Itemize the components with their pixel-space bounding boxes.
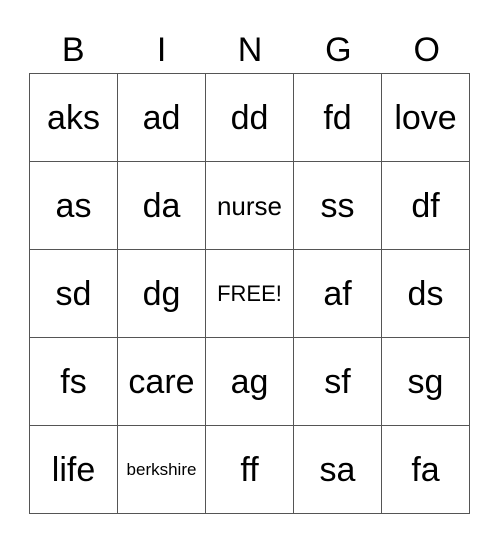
card-cell: af bbox=[293, 249, 382, 338]
free-space-cell: FREE! bbox=[205, 249, 294, 338]
card-cell: fa bbox=[381, 425, 470, 514]
card-cell: love bbox=[381, 73, 470, 162]
card-cell: dg bbox=[117, 249, 206, 338]
card-cell: sa bbox=[293, 425, 382, 514]
card-cell: ff bbox=[205, 425, 294, 514]
card-cell: berkshire bbox=[117, 425, 206, 514]
card-row: aks ad dd fd love bbox=[29, 73, 470, 162]
bingo-card: aks ad dd fd love as da nurse ss df sd d… bbox=[29, 73, 470, 514]
card-row: as da nurse ss df bbox=[29, 161, 470, 250]
bingo-header: B I N G O bbox=[29, 28, 471, 73]
card-cell: ag bbox=[205, 337, 294, 426]
card-cell: fd bbox=[293, 73, 382, 162]
card-cell: sg bbox=[381, 337, 470, 426]
card-cell: life bbox=[29, 425, 118, 514]
header-letter-i: I bbox=[156, 31, 167, 69]
card-cell: nurse bbox=[205, 161, 294, 250]
card-cell: da bbox=[117, 161, 206, 250]
card-cell: df bbox=[381, 161, 470, 250]
card-cell: fs bbox=[29, 337, 118, 426]
header-letter-g: G bbox=[325, 31, 352, 69]
card-cell: dd bbox=[205, 73, 294, 162]
card-cell: ad bbox=[117, 73, 206, 162]
card-cell: aks bbox=[29, 73, 118, 162]
card-row: fs care ag sf sg bbox=[29, 337, 470, 426]
header-letter-n: N bbox=[237, 31, 263, 69]
card-cell: care bbox=[117, 337, 206, 426]
card-cell: ss bbox=[293, 161, 382, 250]
card-row: sd dg FREE! af ds bbox=[29, 249, 470, 338]
card-cell: ds bbox=[381, 249, 470, 338]
header-letter-b: B bbox=[61, 31, 85, 69]
card-cell: as bbox=[29, 161, 118, 250]
card-row: life berkshire ff sa fa bbox=[29, 425, 470, 514]
card-cell: sf bbox=[293, 337, 382, 426]
card-cell: sd bbox=[29, 249, 118, 338]
header-letter-o: O bbox=[413, 31, 440, 69]
